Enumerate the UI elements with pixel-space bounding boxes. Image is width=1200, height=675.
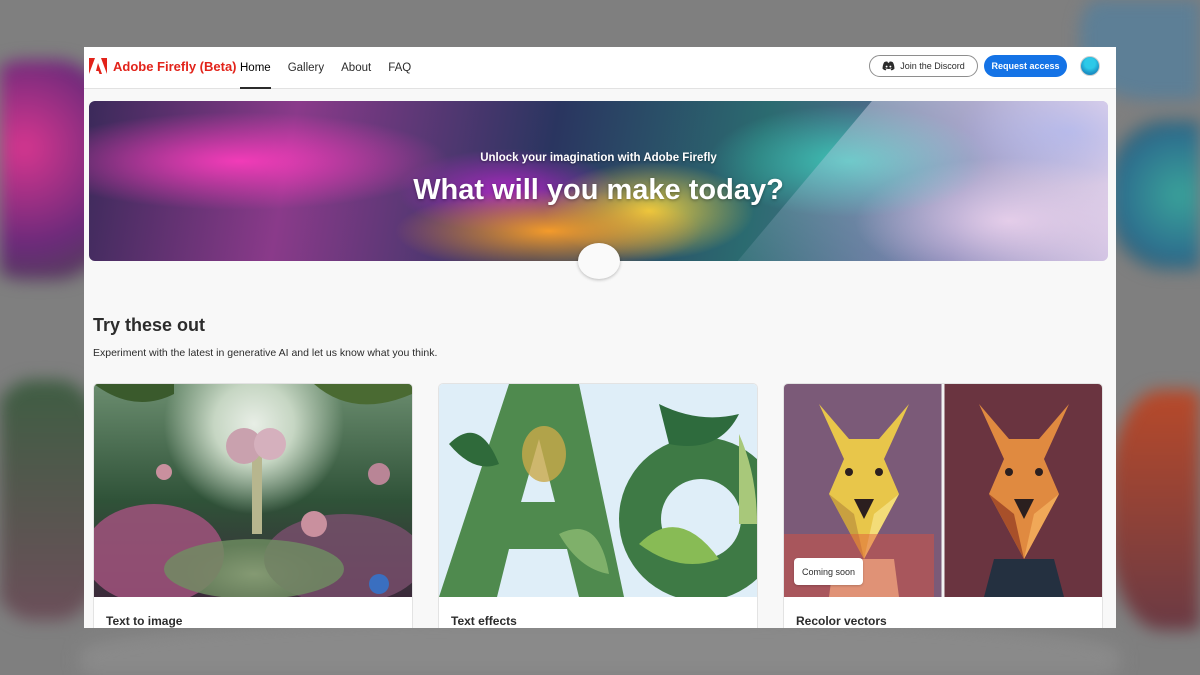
card-title: Text effects: [451, 614, 517, 628]
scroll-indicator[interactable]: [578, 243, 620, 279]
nav-home[interactable]: Home: [240, 47, 271, 89]
top-navigation-bar: Adobe Firefly (Beta) Home Gallery About …: [84, 47, 1116, 89]
nav-faq[interactable]: FAQ: [388, 47, 411, 89]
join-discord-label: Join the Discord: [900, 61, 965, 71]
section-title: Try these out: [93, 315, 206, 335]
hero-subtitle: Unlock your imagination with Adobe Firef…: [480, 152, 717, 164]
request-access-button[interactable]: Request access: [984, 55, 1067, 77]
section-description: Experiment with the latest in generative…: [93, 347, 438, 359]
hero-title: What will you make today?: [413, 174, 784, 206]
leaf-letters-image: [439, 384, 757, 597]
avatar[interactable]: [1080, 56, 1100, 76]
nav-gallery[interactable]: Gallery: [288, 47, 324, 89]
nav-about[interactable]: About: [341, 47, 371, 89]
card-recolor-vectors[interactable]: Coming soon Recolor vectors: [784, 384, 1102, 628]
fantasy-garden-image: [94, 384, 412, 597]
card-text-effects[interactable]: Text effects: [439, 384, 757, 628]
main-nav: Home Gallery About FAQ: [240, 47, 428, 89]
card-title: Text to image: [106, 614, 183, 628]
join-discord-button[interactable]: Join the Discord: [869, 55, 978, 77]
card-text-to-image[interactable]: Text to image: [94, 384, 412, 628]
brand-name: Adobe Firefly (Beta): [113, 58, 237, 74]
hero-banner: Unlock your imagination with Adobe Firef…: [89, 101, 1108, 261]
browser-page: Adobe Firefly (Beta) Home Gallery About …: [84, 47, 1116, 628]
discord-icon: [882, 61, 895, 71]
dog-vector-image: Coming soon: [784, 384, 1102, 597]
adobe-logo-icon: [89, 58, 107, 74]
coming-soon-badge: Coming soon: [794, 558, 863, 585]
brand[interactable]: Adobe Firefly (Beta): [89, 58, 237, 74]
card-title: Recolor vectors: [796, 614, 887, 628]
